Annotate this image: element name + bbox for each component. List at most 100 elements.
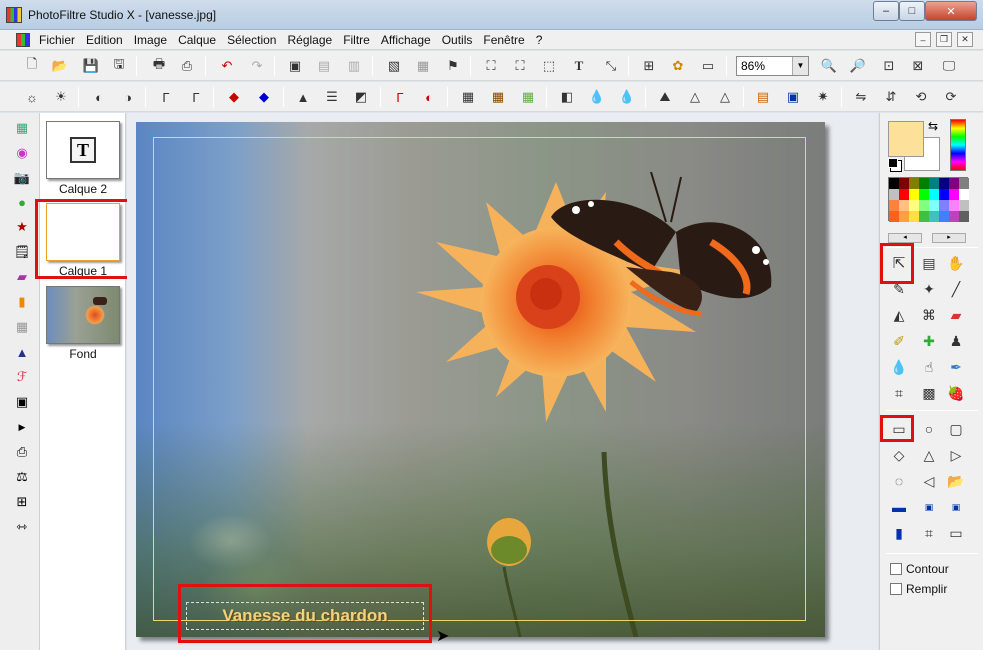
filter-triangle-icon-2[interactable]: △ [714, 86, 736, 108]
invert-icon[interactable]: ◩ [350, 86, 372, 108]
sharpen-icon[interactable]: 💧 [616, 86, 638, 108]
minimize-button[interactable]: – [873, 1, 899, 21]
filter-triangle-icon-1[interactable]: △ [684, 86, 706, 108]
color-spectrum[interactable] [950, 119, 966, 171]
layer-calque-2[interactable]: T Calque 2 [44, 121, 122, 196]
palette-swatch[interactable] [889, 200, 899, 211]
brightness-down-icon[interactable]: ☼ [21, 86, 43, 108]
palette-swatch[interactable] [939, 178, 949, 189]
document-icon[interactable] [16, 33, 30, 47]
advanced-brush-icon[interactable]: ✚ [918, 330, 940, 352]
polygon-tool-icon[interactable]: ◁ [918, 470, 940, 492]
blur-drop-icon[interactable]: 💧 [888, 356, 910, 378]
brush-icon[interactable]: ✐ [888, 330, 910, 352]
layer-fond[interactable]: Fond [44, 286, 122, 361]
gradient-icon[interactable]: ▤ [752, 86, 774, 108]
zoom-out-icon[interactable]: 🔎 [847, 55, 869, 77]
palette-swatch[interactable] [919, 178, 929, 189]
rotate-left-icon[interactable]: ⟲ [910, 86, 932, 108]
maximize-button[interactable]: □ [899, 1, 925, 21]
texture-icon[interactable]: ✷ [812, 86, 834, 108]
saturation-up-icon[interactable]: ◆ [253, 86, 275, 108]
balance-icon[interactable]: ☰ [321, 86, 343, 108]
palette-swatch[interactable] [929, 211, 939, 222]
undo-icon[interactable]: ↶ [216, 55, 238, 77]
save-icon[interactable]: 💾 [80, 55, 102, 77]
redo-icon[interactable]: ↷ [246, 55, 268, 77]
star-icon[interactable]: ★ [13, 218, 31, 236]
stamp-icon[interactable]: ♟ [945, 330, 967, 352]
right-triangle-tool-icon[interactable]: ▷ [945, 444, 967, 466]
menu-edition[interactable]: Edition [86, 33, 123, 47]
palette-swatch[interactable] [939, 211, 949, 222]
plugin-icon[interactable]: ✿ [667, 55, 689, 77]
zoom-in-icon[interactable]: 🔍 [818, 55, 840, 77]
fullscreen-icon[interactable]: 🖵 [938, 55, 960, 77]
menu-help[interactable]: ? [536, 33, 543, 47]
palette-swatch[interactable] [899, 200, 909, 211]
flip-h-icon[interactable]: ⇋ [850, 86, 872, 108]
smudge-icon[interactable]: ☝ [918, 356, 940, 378]
palette-swatch[interactable] [919, 189, 929, 200]
camera-icon[interactable]: 📷 [13, 169, 31, 187]
globe-icon[interactable]: ● [13, 193, 31, 211]
menu-selection[interactable]: Sélection [227, 33, 276, 47]
palette-swatch[interactable] [949, 200, 959, 211]
save-as-icon[interactable]: 🖫 [108, 55, 130, 77]
palette-swatch[interactable] [909, 211, 919, 222]
note-icon[interactable]: 🗒 [13, 243, 31, 261]
text-tool-icon[interactable]: T [568, 55, 590, 77]
paste-icon[interactable]: ▤ [313, 55, 335, 77]
layer-thumbnail[interactable] [46, 203, 120, 261]
rectangle-tool-icon[interactable]: ▭ [888, 418, 910, 440]
menu-calque[interactable]: Calque [178, 33, 216, 47]
ratio-4-3-icon[interactable]: ▣ [918, 496, 940, 518]
palette-swatch[interactable] [899, 211, 909, 222]
ratio-tall-icon[interactable]: ▮ [888, 522, 910, 544]
font-icon[interactable]: ℱ [13, 368, 31, 386]
frame-border-icon[interactable]: ▣ [13, 393, 31, 411]
copy-image-icon[interactable]: ▣ [284, 55, 306, 77]
tree-icon[interactable]: ⊞ [638, 55, 660, 77]
palette-scroll-left-icon[interactable]: ◂ [888, 233, 922, 243]
color-palette[interactable] [888, 177, 969, 222]
foreground-color-swatch[interactable] [888, 121, 924, 157]
palette-swatch[interactable] [959, 189, 969, 200]
select-icon-2[interactable]: ⛶ [509, 55, 531, 77]
menu-affichage[interactable]: Affichage [381, 33, 431, 47]
gamma-up-icon[interactable]: Γ [185, 86, 207, 108]
grid-icon[interactable]: ⊞ [13, 493, 31, 511]
scan-icon[interactable]: ⎙ [176, 55, 198, 77]
crop-marks-icon[interactable]: ⌗ [918, 522, 940, 544]
print-icon[interactable]: 🖶 [148, 55, 170, 77]
ratio-wide-icon[interactable]: ▬ [888, 496, 910, 518]
palette-swatch[interactable] [909, 178, 919, 189]
blur-icon[interactable]: 💧 [586, 86, 608, 108]
chevron-down-icon[interactable]: ▼ [792, 57, 808, 75]
menu-filtre[interactable]: Filtre [343, 33, 370, 47]
line-tool-icon[interactable]: ╱ [945, 278, 967, 300]
crop-icon[interactable]: ⬚ [538, 55, 560, 77]
portrait-icon[interactable]: ▩ [918, 382, 940, 404]
spray-icon[interactable]: ⌘ [918, 304, 940, 326]
paste-new-icon[interactable]: ▥ [343, 55, 365, 77]
pointer-tool-icon[interactable]: ⇱ [888, 252, 910, 274]
open-folder-icon[interactable]: 📂 [49, 55, 71, 77]
menu-fichier[interactable]: Fichier [39, 33, 75, 47]
auto-contrast-icon[interactable]: ◐ [418, 86, 440, 108]
eraser-icon[interactable]: ▰ [945, 304, 967, 326]
caption-text[interactable]: Vanesse du chardon [186, 602, 424, 630]
calculator-icon[interactable]: ▦ [13, 119, 31, 137]
palette-swatch[interactable] [929, 200, 939, 211]
scanner-icon[interactable]: ⎙ [13, 443, 31, 461]
palette-swatch[interactable] [939, 200, 949, 211]
diamond-tool-icon[interactable]: ◇ [888, 444, 910, 466]
mountain-icon[interactable]: ▲ [13, 343, 31, 361]
menu-image[interactable]: Image [134, 33, 167, 47]
mdi-close-button[interactable]: ✕ [957, 32, 973, 47]
palette-swatch[interactable] [919, 211, 929, 222]
palette-swatch[interactable] [949, 189, 959, 200]
gradient-purple-icon[interactable]: ▰ [13, 268, 31, 286]
palette-swatch[interactable] [959, 211, 969, 222]
filter-icon-3[interactable]: ▦ [517, 86, 539, 108]
